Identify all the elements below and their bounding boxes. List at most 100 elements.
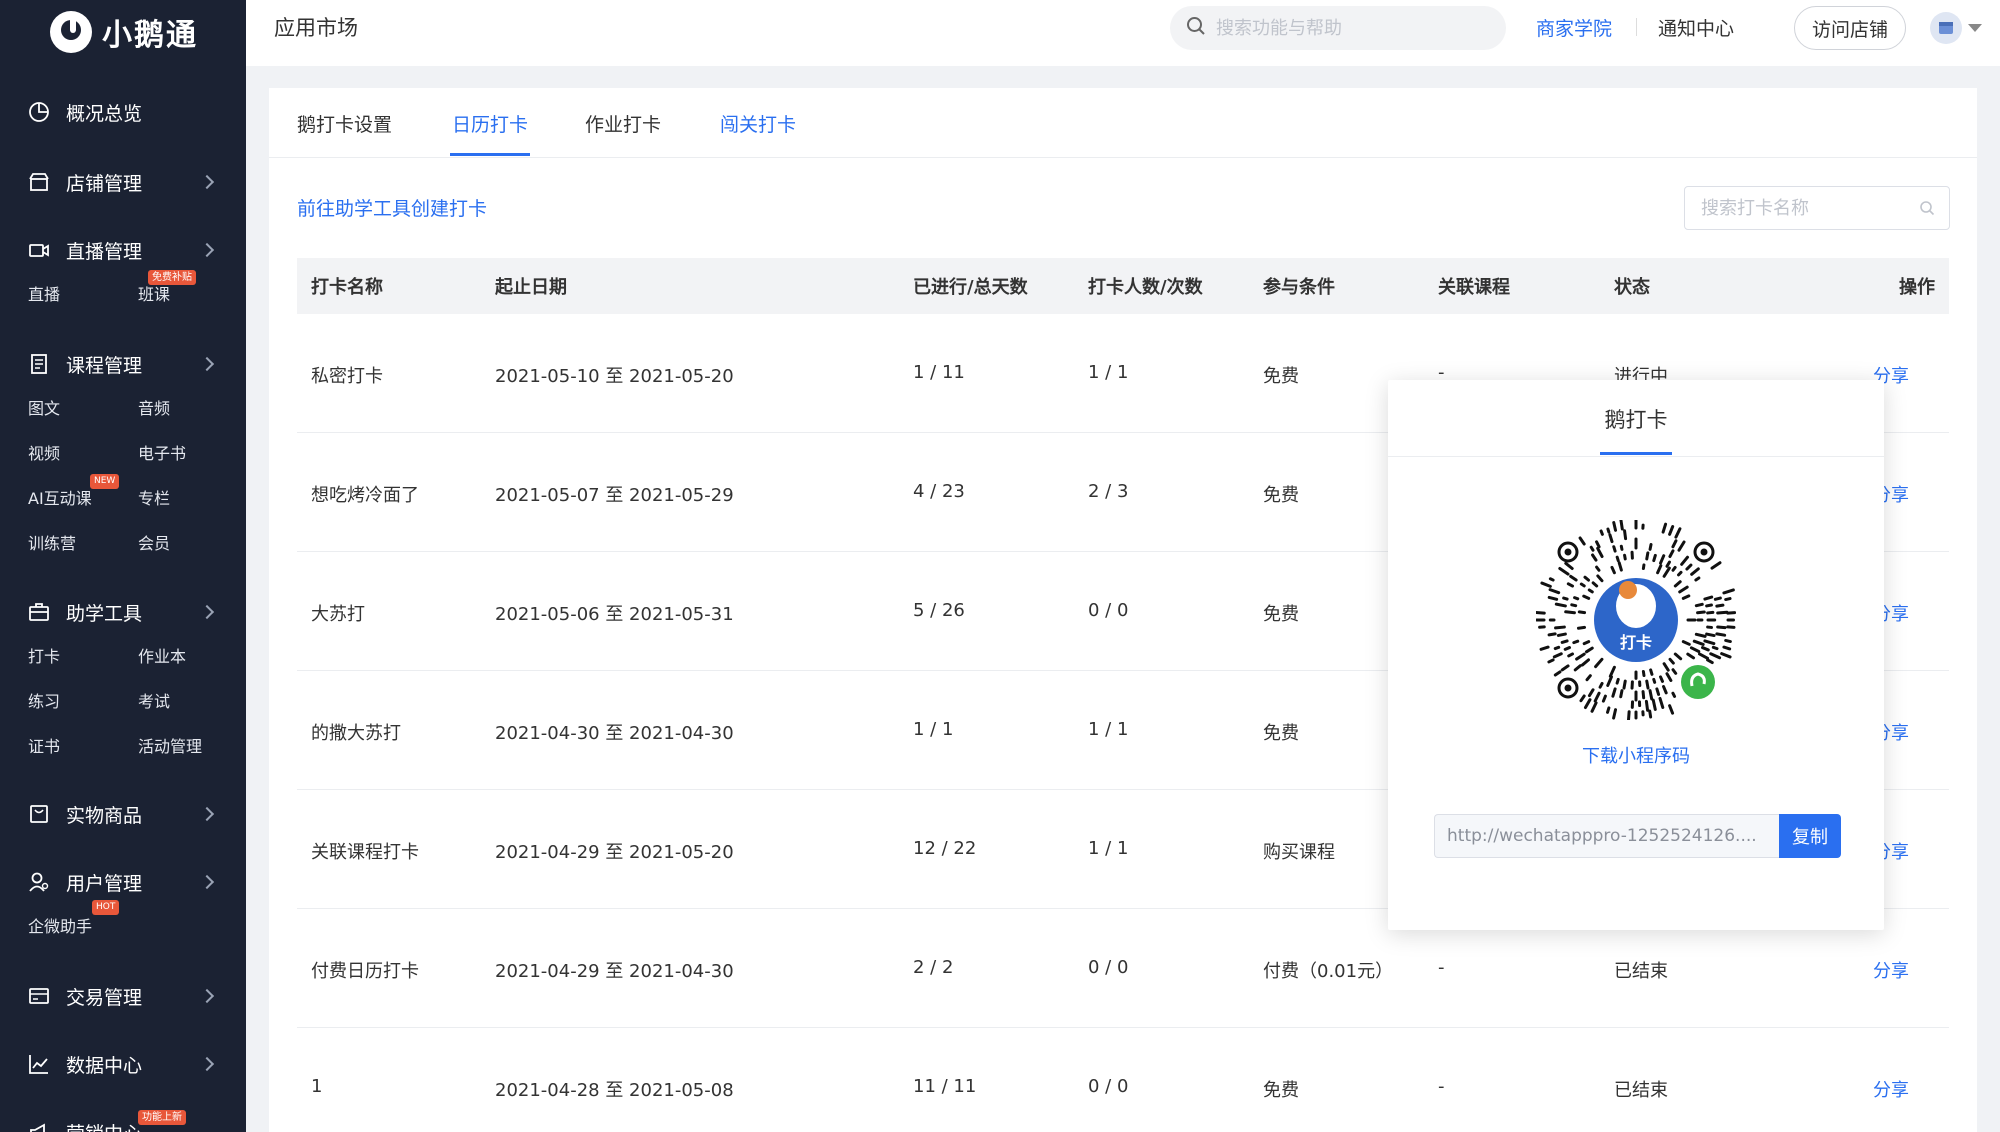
bag-icon <box>28 803 50 825</box>
menu-data[interactable]: 数据中心 <box>0 1044 246 1084</box>
cell-name: 大苏打 <box>311 604 365 625</box>
cell-dates: 2021-04-28 至 2021-05-08 <box>495 1080 734 1101</box>
menu-label: 课程管理 <box>66 354 143 377</box>
cell-dates: 2021-04-29 至 2021-04-30 <box>495 961 734 982</box>
cell-checkins: 0 / 0 <box>1088 600 1129 621</box>
share-url-field[interactable]: http://wechatapppro-1252524126.... <box>1434 814 1779 858</box>
sidebar-item-homework[interactable]: 作业本 <box>138 632 246 677</box>
hot-badge: HOT <box>92 900 120 915</box>
sidebar-item-activity[interactable]: 活动管理 <box>138 722 246 767</box>
sidebar-item-member[interactable]: 会员 <box>138 519 246 564</box>
sidebar-item-ebook[interactable]: 电子书 <box>138 429 246 474</box>
tab-level-checkin[interactable]: 闯关打卡 <box>720 110 796 137</box>
search-icon[interactable] <box>1919 200 1935 220</box>
sidebar-item-camp[interactable]: 训练营 <box>28 519 138 564</box>
copy-button[interactable]: 复制 <box>1779 814 1841 858</box>
brand-logo[interactable]: 小鹅通 <box>50 6 198 58</box>
menu-course[interactable]: 课程管理 图文 音频 视频 电子书 AI互动课 NEW 专栏 训练营 会员 <box>0 344 246 564</box>
cell-course: - <box>1438 1076 1445 1097</box>
sidebar-item-checkin[interactable]: 打卡 <box>28 632 138 677</box>
visit-store-button[interactable]: 访问店铺 <box>1794 6 1906 50</box>
table-header: 打卡名称 起止日期 已进行/总天数 打卡人数/次数 参与条件 关联课程 状态 操… <box>297 258 1949 314</box>
col-status: 状态 <box>1614 277 1650 298</box>
menu-marketing[interactable]: 营销中心 功能上新 <box>0 1110 246 1132</box>
tab-checkin-settings[interactable]: 鹅打卡设置 <box>297 110 392 137</box>
sidebar-item-practice[interactable]: 练习 <box>28 677 138 722</box>
col-action: 操作 <box>1899 277 1935 298</box>
col-dates: 起止日期 <box>495 277 567 298</box>
cell-progress: 1 / 1 <box>913 719 954 740</box>
brand-name: 小鹅通 <box>102 18 198 53</box>
sidebar-item-label: 企微助手 <box>28 916 93 936</box>
menu-live[interactable]: 直播管理 直播 班课 免费补贴 <box>0 230 246 315</box>
sidebar-item-exam[interactable]: 考试 <box>138 677 246 722</box>
store-icon <box>28 171 50 193</box>
cell-progress: 12 / 22 <box>913 838 977 859</box>
chevron-down-icon[interactable] <box>1968 24 1982 32</box>
share-popover: 鹅打卡 打卡 下载小程序码 http://wechatapppro-125252… <box>1388 380 1884 930</box>
checkin-search-input[interactable] <box>1701 197 1911 219</box>
sidebar-item-label: AI互动课 <box>28 488 92 508</box>
cell-name: 关联课程打卡 <box>311 842 419 863</box>
menu-overview[interactable]: 概况总览 <box>0 92 246 132</box>
tab-homework-checkin[interactable]: 作业打卡 <box>585 110 661 137</box>
sidebar-item-class[interactable]: 班课 免费补贴 <box>138 270 246 315</box>
cell-condition: 免费 <box>1263 485 1299 506</box>
menu-store[interactable]: 店铺管理 <box>0 162 246 202</box>
sidebar-item-video[interactable]: 视频 <box>28 429 138 474</box>
sidebar-item-wecom[interactable]: 企微助手 HOT <box>28 900 138 947</box>
download-qr-link[interactable]: 下载小程序码 <box>1388 742 1884 768</box>
cell-condition: 付费（0.01元） <box>1263 961 1394 982</box>
sidebar-item-live[interactable]: 直播 <box>28 270 138 315</box>
cell-condition: 免费 <box>1263 723 1299 744</box>
sidebar-item-certificate[interactable]: 证书 <box>28 722 138 767</box>
global-search[interactable] <box>1170 6 1506 50</box>
cell-status: 已结束 <box>1614 1080 1668 1101</box>
subsidy-badge: 免费补贴 <box>148 270 196 285</box>
cell-checkins: 2 / 3 <box>1088 481 1129 502</box>
megaphone-icon <box>28 1121 50 1132</box>
cell-progress: 4 / 23 <box>913 481 965 502</box>
checkin-search[interactable] <box>1684 186 1950 230</box>
table-row: 1 2021-04-28 至 2021-05-08 11 / 11 0 / 0 免费 - 已… <box>297 1028 1949 1132</box>
popover-tab-title[interactable]: 鹅打卡 <box>1388 404 1884 434</box>
chevron-right-icon <box>199 356 215 372</box>
tab-bar: 鹅打卡设置 日历打卡 作业打卡 闯关打卡 <box>269 88 1977 158</box>
chevron-right-icon <box>199 242 215 258</box>
cell-dates: 2021-05-06 至 2021-05-31 <box>495 604 734 625</box>
sidebar-item-ai-course[interactable]: AI互动课 NEW <box>28 474 138 519</box>
page-title: 应用市场 <box>274 16 358 40</box>
sidebar-item-article[interactable]: 图文 <box>28 384 138 429</box>
menu-label: 概况总览 <box>66 102 143 125</box>
menu-trade[interactable]: 交易管理 <box>0 976 246 1016</box>
share-link[interactable]: 分享 <box>1873 1076 1909 1102</box>
menu-goods[interactable]: 实物商品 <box>0 794 246 834</box>
menu-tools[interactable]: 助学工具 打卡 作业本 练习 考试 证书 活动管理 <box>0 592 246 767</box>
col-name: 打卡名称 <box>311 277 383 298</box>
cell-checkins: 1 / 1 <box>1088 719 1129 740</box>
store-avatar-icon <box>1939 22 1953 34</box>
user-icon <box>28 871 50 893</box>
cell-progress: 11 / 11 <box>913 1076 977 1097</box>
cell-status: 已结束 <box>1614 961 1668 982</box>
create-checkin-link[interactable]: 前往助学工具创建打卡 <box>297 194 487 221</box>
header-divider <box>1636 18 1637 36</box>
search-input[interactable] <box>1216 17 1476 39</box>
sidebar-item-column[interactable]: 专栏 <box>138 474 246 519</box>
cell-checkins: 1 / 1 <box>1088 362 1129 383</box>
col-progress: 已进行/总天数 <box>913 277 1028 298</box>
cell-dates: 2021-04-30 至 2021-04-30 <box>495 723 734 744</box>
tab-calendar-checkin[interactable]: 日历打卡 <box>452 110 528 137</box>
avatar[interactable] <box>1930 12 1962 44</box>
academy-link[interactable]: 商家学院 <box>1536 14 1612 41</box>
share-link[interactable]: 分享 <box>1873 957 1909 983</box>
sidebar-item-audio[interactable]: 音频 <box>138 384 246 429</box>
chevron-right-icon <box>199 806 215 822</box>
chevron-right-icon <box>199 874 215 890</box>
active-tab-indicator <box>450 153 530 156</box>
popover-divider <box>1388 456 1884 457</box>
chevron-right-icon <box>199 604 215 620</box>
notification-center-link[interactable]: 通知中心 <box>1658 14 1734 41</box>
menu-users[interactable]: 用户管理 企微助手 HOT <box>0 862 246 947</box>
menu-label: 交易管理 <box>66 986 143 1009</box>
